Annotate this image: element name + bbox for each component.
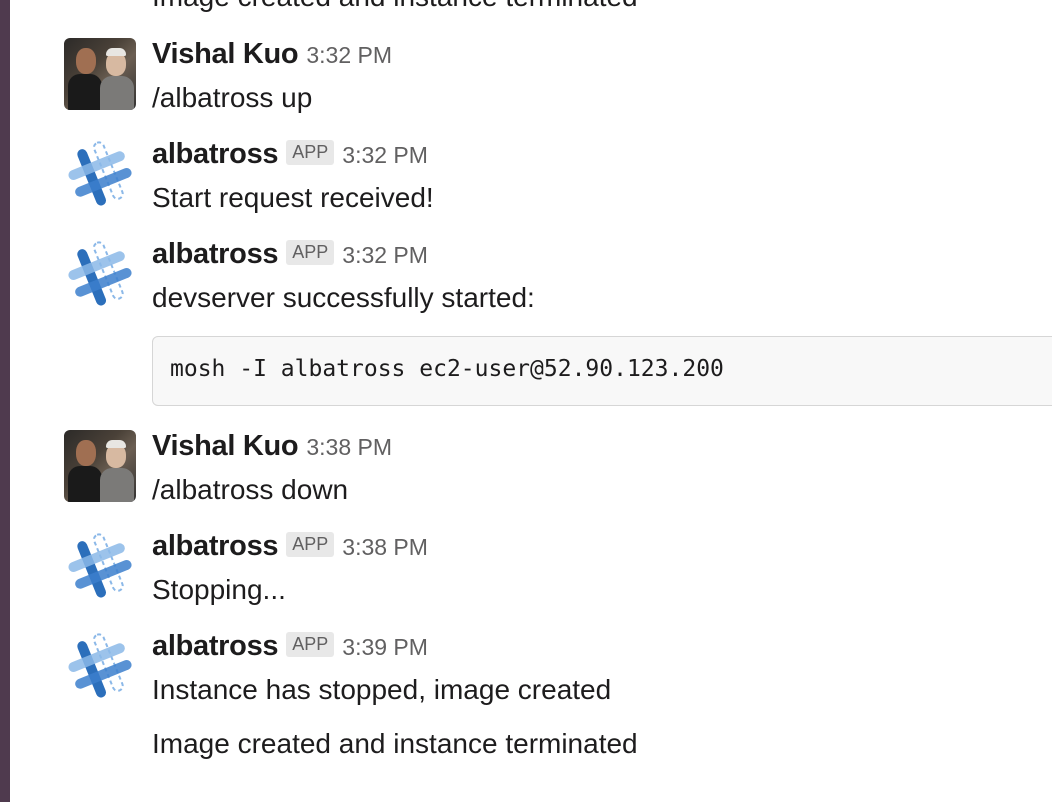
- app-badge: APP: [286, 532, 335, 557]
- message-header: albatross APP 3:39 PM: [152, 630, 428, 663]
- timestamp[interactable]: 3:39 PM: [342, 634, 428, 660]
- message-text: Image created and instance terminated: [152, 0, 638, 13]
- message-text: /albatross up: [152, 82, 313, 113]
- timestamp[interactable]: 3:38 PM: [342, 534, 428, 560]
- message-text: devserver successfully started:: [152, 282, 535, 313]
- message-header: albatross APP 3:38 PM: [152, 530, 428, 563]
- timestamp[interactable]: 3:32 PM: [306, 42, 392, 68]
- timestamp[interactable]: 3:32 PM: [342, 242, 428, 268]
- author-name[interactable]: albatross: [152, 630, 279, 662]
- user-photo-avatar[interactable]: [64, 38, 136, 110]
- message-header: albatross APP 3:32 PM: [152, 238, 428, 271]
- message-header: albatross APP 3:32 PM: [152, 138, 428, 171]
- author-name[interactable]: albatross: [152, 530, 279, 562]
- message-text: /albatross down: [152, 474, 349, 505]
- slack-window: Image created and instance terminated Vi…: [0, 0, 1052, 802]
- albatross-app-icon[interactable]: [64, 138, 136, 210]
- sidebar-edge: [0, 0, 10, 802]
- user-photo-avatar[interactable]: [64, 430, 136, 502]
- code-text[interactable]: mosh -I albatross ec2-user@52.90.123.200: [170, 356, 724, 382]
- message-header: Vishal Kuo 3:38 PM: [152, 430, 392, 463]
- code-block[interactable]: mosh -I albatross ec2-user@52.90.123.200: [152, 336, 1052, 406]
- author-name[interactable]: Vishal Kuo: [152, 38, 299, 70]
- message-header: Vishal Kuo 3:32 PM: [152, 38, 392, 71]
- message-text: Image created and instance terminated: [152, 728, 638, 759]
- app-badge: APP: [286, 240, 335, 265]
- app-badge: APP: [286, 632, 335, 657]
- author-name[interactable]: albatross: [152, 238, 279, 270]
- message-text: Stopping...: [152, 574, 286, 605]
- albatross-app-icon[interactable]: [64, 238, 136, 310]
- timestamp[interactable]: 3:38 PM: [306, 434, 392, 460]
- author-name[interactable]: albatross: [152, 138, 279, 170]
- timestamp[interactable]: 3:32 PM: [342, 142, 428, 168]
- albatross-app-icon[interactable]: [64, 630, 136, 702]
- message-text: Start request received!: [152, 182, 434, 213]
- message-feed[interactable]: Image created and instance terminated Vi…: [10, 0, 1052, 802]
- author-name[interactable]: Vishal Kuo: [152, 430, 299, 462]
- app-badge: APP: [286, 140, 335, 165]
- message-text: Instance has stopped, image created: [152, 674, 612, 705]
- albatross-app-icon[interactable]: [64, 530, 136, 602]
